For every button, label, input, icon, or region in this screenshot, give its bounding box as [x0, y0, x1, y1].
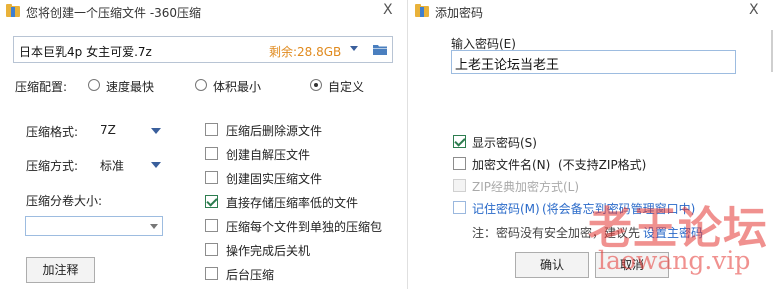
add-comment-button[interactable]: 加注释	[26, 257, 95, 283]
option-shutdown-checkbox[interactable]	[205, 243, 218, 256]
chevron-down-icon[interactable]	[350, 46, 358, 51]
option-solid-archive-checkbox[interactable]	[205, 171, 218, 184]
password-input[interactable]: 上老王论坛当老王	[451, 50, 736, 74]
title-bar: 您将创建一个压缩文件 -360压缩 X	[0, 0, 402, 22]
chevron-down-icon[interactable]	[150, 224, 158, 229]
show-password-checkbox[interactable]	[453, 135, 466, 148]
remember-password-label: 记住密码(M)	[472, 202, 540, 216]
free-space-label: 剩余:28.8GB	[269, 45, 342, 59]
archive-app-icon	[415, 4, 429, 17]
radio-speed-label: 速度最快	[106, 80, 155, 94]
option-label: 压缩后删除源文件	[226, 124, 323, 138]
option-store-low-ratio-checkbox[interactable]	[205, 195, 218, 208]
chevron-down-icon[interactable]	[151, 128, 161, 134]
close-icon[interactable]: X	[749, 2, 759, 18]
option-label: 创建自解压文件	[226, 148, 311, 162]
radio-speed[interactable]	[88, 79, 100, 91]
filename-input[interactable]: 日本巨乳4p 女主可爱.7z	[19, 43, 152, 60]
zip-classic-label: ZIP经典加密方式(L)	[472, 180, 580, 194]
option-label: 后台压缩	[226, 268, 275, 282]
radio-size[interactable]	[195, 79, 207, 91]
format-label: 压缩格式:	[26, 125, 79, 139]
radio-size-label: 体积最小	[213, 80, 262, 94]
split-label: 压缩分卷大小:	[26, 194, 103, 208]
title-bar: 添加密码 X	[408, 0, 773, 22]
folder-icon[interactable]	[373, 43, 387, 55]
option-label: 创建固实压缩文件	[226, 172, 323, 186]
zip-classic-checkbox	[453, 179, 466, 192]
window-title: 添加密码	[435, 6, 484, 20]
window-title: 您将创建一个压缩文件 -360压缩	[26, 6, 202, 20]
method-label: 压缩方式:	[26, 159, 79, 173]
method-select[interactable]: 标准	[100, 157, 124, 174]
radio-custom-label: 自定义	[328, 80, 365, 94]
format-select[interactable]: 7Z	[100, 123, 116, 137]
option-delete-source-checkbox[interactable]	[205, 123, 218, 136]
remember-password-checkbox[interactable]	[453, 201, 466, 214]
show-password-label: 显示密码(S)	[472, 136, 537, 150]
archive-app-icon	[6, 4, 20, 17]
chevron-down-icon[interactable]	[151, 162, 161, 168]
option-label: 直接存储压缩率低的文件	[226, 196, 359, 210]
split-size-select[interactable]	[25, 216, 163, 236]
option-background-checkbox[interactable]	[205, 267, 218, 280]
create-archive-dialog: 您将创建一个压缩文件 -360压缩 X 日本巨乳4p 女主可爱.7z 剩余:28…	[0, 0, 402, 289]
option-separate-archives-checkbox[interactable]	[205, 219, 218, 232]
encrypt-filename-note: (不支持ZIP格式)	[558, 158, 647, 172]
ok-button[interactable]: 确认	[515, 252, 589, 278]
encrypt-filename-label: 加密文件名(N)	[472, 158, 551, 172]
option-self-extract-checkbox[interactable]	[205, 147, 218, 160]
encrypt-filename-checkbox[interactable]	[453, 157, 466, 170]
password-value: 上老王论坛当老王	[455, 58, 560, 73]
close-icon[interactable]: X	[383, 2, 393, 18]
option-label: 压缩每个文件到单独的压缩包	[226, 220, 383, 234]
config-label: 压缩配置:	[15, 80, 68, 94]
filename-field[interactable]: 日本巨乳4p 女主可爱.7z 剩余:28.8GB	[13, 36, 393, 63]
watermark-url: laowang.vip	[598, 246, 751, 275]
radio-custom[interactable]	[310, 79, 322, 91]
option-label: 操作完成后关机	[226, 244, 311, 258]
